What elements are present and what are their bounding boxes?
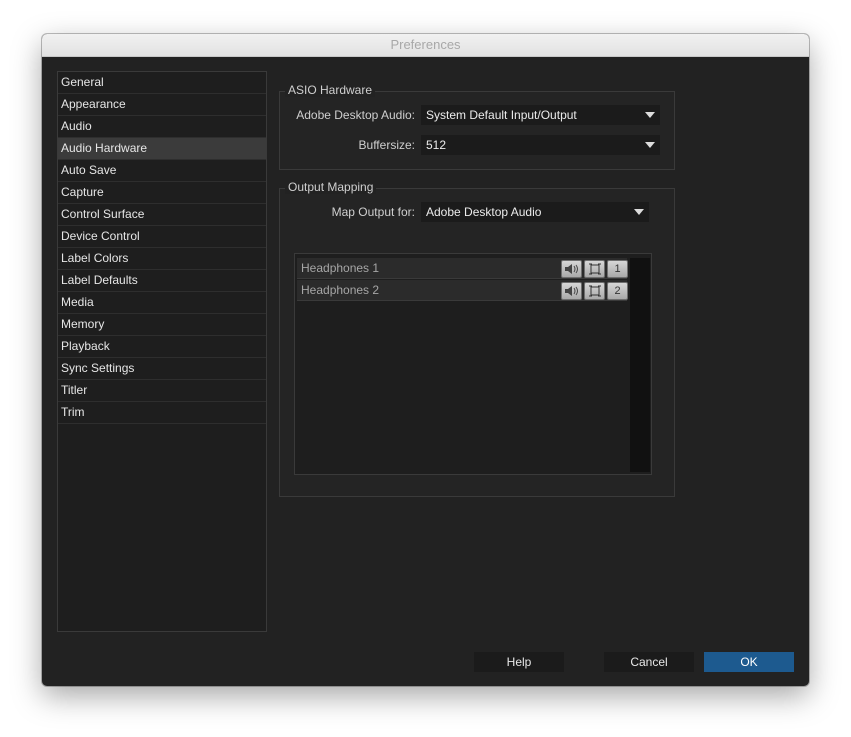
buffersize-select[interactable]: 512 [421, 135, 660, 155]
output-mapping-title: Output Mapping [285, 180, 377, 194]
sidebar-item-device-control[interactable]: Device Control [58, 226, 266, 248]
buffersize-label: Buffersize: [358, 138, 415, 152]
output-channel-list[interactable]: Headphones 1 1 Headphones 2 2 [294, 253, 652, 475]
sidebar-item-appearance[interactable]: Appearance [58, 94, 266, 116]
adobe-desktop-audio-label: Adobe Desktop Audio: [296, 108, 415, 122]
sidebar-item-sync-settings[interactable]: Sync Settings [58, 358, 266, 380]
chevron-down-icon [645, 112, 655, 118]
sidebar-item-trim[interactable]: Trim [58, 402, 266, 424]
sidebar-item-general[interactable]: General [58, 72, 266, 94]
map-output-for-label: Map Output for: [331, 205, 415, 219]
sidebar-item-memory[interactable]: Memory [58, 314, 266, 336]
speaker-icon[interactable] [561, 260, 582, 278]
chevron-down-icon [645, 142, 655, 148]
sidebar-item-media[interactable]: Media [58, 292, 266, 314]
sidebar-item-playback[interactable]: Playback [58, 336, 266, 358]
adobe-desktop-audio-value: System Default Input/Output [426, 108, 577, 122]
list-item[interactable]: Headphones 1 1 [297, 258, 628, 279]
asio-hardware-title: ASIO Hardware [285, 83, 376, 97]
channel-number[interactable]: 2 [607, 282, 628, 300]
asio-hardware-group [279, 91, 675, 170]
channel-number[interactable]: 1 [607, 260, 628, 278]
channel-name: Headphones 2 [301, 283, 380, 297]
output-device-icon[interactable] [584, 260, 605, 278]
preferences-window: Preferences General Appearance Audio Aud… [42, 34, 809, 686]
speaker-icon[interactable] [561, 282, 582, 300]
output-device-icon[interactable] [584, 282, 605, 300]
chevron-down-icon [634, 209, 644, 215]
cancel-button[interactable]: Cancel [604, 652, 694, 672]
list-scrollbar[interactable] [630, 258, 650, 472]
sidebar-item-label-colors[interactable]: Label Colors [58, 248, 266, 270]
map-output-for-value: Adobe Desktop Audio [426, 205, 542, 219]
sidebar-item-audio[interactable]: Audio [58, 116, 266, 138]
sidebar: General Appearance Audio Audio Hardware … [57, 71, 267, 632]
buffersize-value: 512 [426, 138, 447, 152]
sidebar-item-capture[interactable]: Capture [58, 182, 266, 204]
help-button[interactable]: Help [474, 652, 564, 672]
sidebar-item-control-surface[interactable]: Control Surface [58, 204, 266, 226]
sidebar-item-label-defaults[interactable]: Label Defaults [58, 270, 266, 292]
map-output-for-select[interactable]: Adobe Desktop Audio [421, 202, 649, 222]
sidebar-item-auto-save[interactable]: Auto Save [58, 160, 266, 182]
ok-button[interactable]: OK [704, 652, 794, 672]
sidebar-item-audio-hardware[interactable]: Audio Hardware [58, 138, 266, 160]
list-item[interactable]: Headphones 2 2 [297, 280, 628, 301]
window-title: Preferences [42, 34, 809, 57]
channel-name: Headphones 1 [301, 261, 380, 275]
sidebar-item-titler[interactable]: Titler [58, 380, 266, 402]
adobe-desktop-audio-select[interactable]: System Default Input/Output [421, 105, 660, 125]
